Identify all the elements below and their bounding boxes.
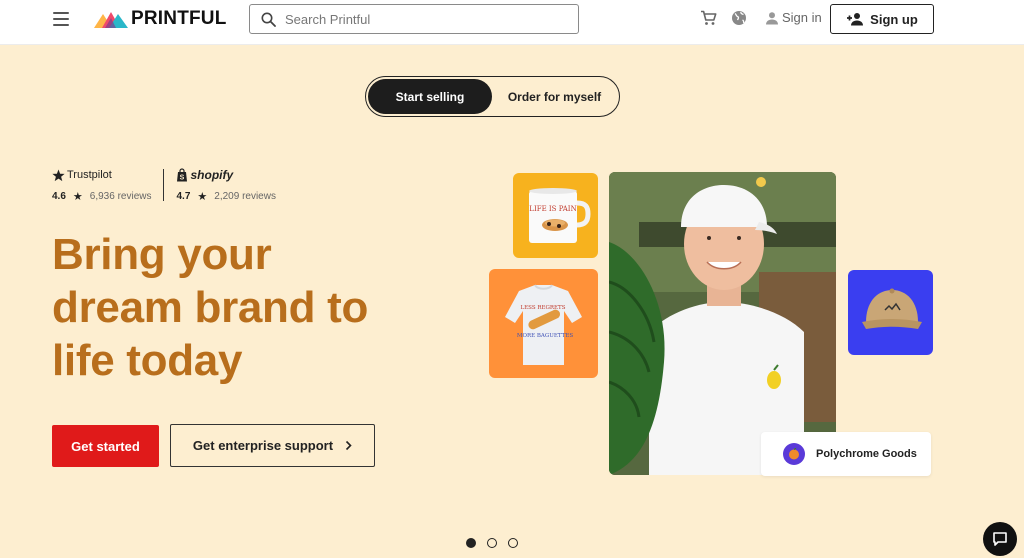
carousel-dot-2[interactable] [487, 538, 497, 548]
cart-icon[interactable] [700, 10, 717, 26]
sweatshirt-text-bottom: MORE BAGUETTES [517, 333, 574, 339]
logo-text: PRINTFUL [131, 8, 227, 29]
chat-icon [993, 532, 1007, 546]
add-user-icon [847, 13, 864, 26]
shopify-score: 4.7 [176, 191, 191, 202]
star-icon: ★ [197, 191, 208, 203]
svg-text:S: S [180, 175, 185, 182]
toggle-start-selling[interactable]: Start selling [368, 79, 492, 114]
headline-line: Bring your [52, 230, 272, 279]
orange-icon [789, 448, 799, 460]
sweatshirt-text-top: LESS REGRETS [521, 305, 566, 311]
trustpilot-count: 6,936 reviews [89, 191, 152, 202]
star-icon: ★ [72, 191, 83, 203]
site-header: PRINTFUL Sign in Sign up [0, 0, 1024, 45]
carousel-dots [466, 538, 529, 548]
sweatshirt-product-image: LESS REGRETS MORE BAGUETTES [489, 269, 598, 378]
user-icon [766, 11, 778, 24]
cap-illustration [862, 288, 922, 329]
headline-line: dream brand to [52, 283, 369, 332]
carousel-dot-1[interactable] [466, 538, 476, 548]
mug-text: LIFE IS PAIN [529, 205, 576, 213]
shopify-brand: shopify [190, 168, 234, 182]
chevron-right-icon [345, 440, 352, 451]
carousel-dot-3[interactable] [508, 538, 518, 548]
review-divider [163, 169, 165, 201]
shopify-count: 2,209 reviews [214, 191, 276, 202]
printful-logo-mark [94, 12, 128, 28]
enterprise-support-label: Get enterprise support [192, 438, 334, 453]
get-started-button[interactable]: Get started [52, 425, 159, 467]
trustpilot-score: 4.6 [52, 191, 66, 202]
sign-in-label: Sign in [782, 10, 822, 25]
sign-up-button[interactable]: Sign up [830, 4, 934, 34]
toggle-order-for-myself[interactable]: Order for myself [492, 79, 617, 114]
hero-headline: Bring your dream brand to life today [52, 228, 472, 387]
printful-logo[interactable]: PRINTFUL [94, 8, 227, 29]
search-icon [261, 12, 276, 27]
globe-icon[interactable] [731, 10, 747, 26]
hero-photo [609, 172, 836, 475]
mug-illustration: LIFE IS PAIN [529, 188, 591, 243]
store-name: Polychrome Goods [816, 448, 917, 460]
trustpilot-rating[interactable]: Trustpilot 4.6 ★ 6,936 reviews [52, 166, 151, 203]
store-card[interactable]: Polychrome Goods [761, 432, 931, 476]
search-bar[interactable] [249, 4, 579, 34]
sweatshirt-illustration: LESS REGRETS MORE BAGUETTES [505, 284, 582, 365]
trustpilot-star-icon [52, 169, 65, 181]
shopify-bag-icon: S [177, 168, 188, 182]
store-avatar [783, 443, 805, 465]
menu-icon[interactable] [53, 12, 69, 26]
mug-product-image: LIFE IS PAIN [513, 173, 598, 258]
enterprise-support-button[interactable]: Get enterprise support [170, 424, 375, 467]
sign-up-label: Sign up [870, 11, 918, 27]
review-ratings: Trustpilot 4.6 ★ 6,936 reviews S shopify… [52, 166, 276, 203]
shopify-rating[interactable]: S shopify 4.7 ★ 2,209 reviews [176, 166, 275, 203]
chat-button[interactable] [983, 522, 1017, 556]
sign-in-link[interactable]: Sign in [765, 10, 822, 25]
search-input[interactable] [285, 11, 545, 27]
headline-line: life today [52, 336, 243, 385]
cap-product-image [848, 270, 933, 355]
audience-toggle: Start selling Order for myself [365, 76, 620, 117]
trustpilot-brand: Trustpilot [67, 169, 112, 181]
person-photo-illustration [609, 172, 836, 475]
